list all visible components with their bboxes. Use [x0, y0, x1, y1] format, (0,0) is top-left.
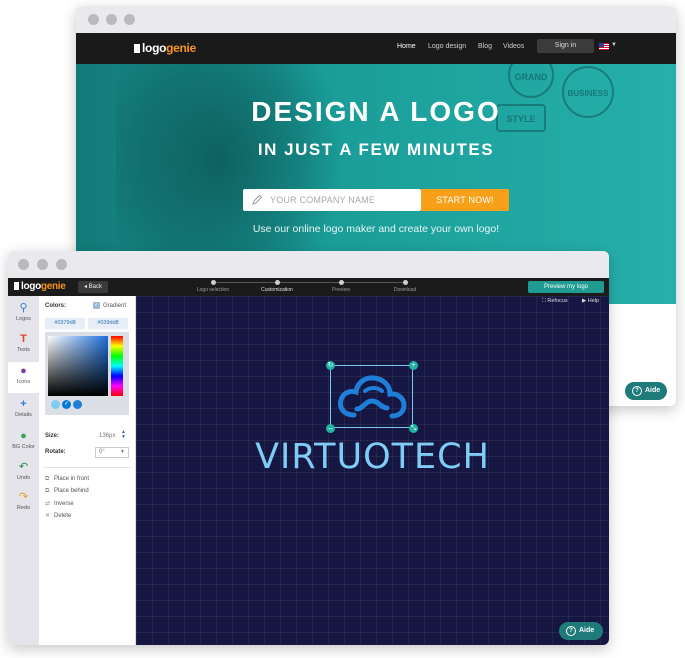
help-aide-button[interactable]: ? Aide [625, 382, 667, 400]
close-icon: ✕ [45, 513, 51, 519]
size-label: Size: [45, 433, 60, 439]
hero-badge: GRAND [508, 64, 554, 98]
question-icon: ? [566, 626, 576, 636]
swap-icon: ⇄ [45, 501, 51, 507]
chevron-down-icon[interactable]: ▼ [611, 42, 617, 48]
site-logo[interactable]: logogenie [134, 41, 196, 55]
step-logo-selection[interactable]: Logo selection [183, 287, 243, 293]
gradient-checkbox[interactable]: ✓ [93, 302, 100, 309]
resize-handle-icon[interactable]: ⤡ [409, 424, 418, 433]
nav-home[interactable]: Home [397, 43, 416, 50]
logo-mark-icon [134, 44, 140, 54]
redo-icon: ↷ [18, 491, 29, 503]
cloud-logo-icon[interactable] [337, 373, 407, 423]
saturation-value-area[interactable] [48, 336, 108, 396]
pencil-icon [252, 194, 263, 205]
step-dot [275, 280, 280, 285]
colors-label: Colors: [45, 303, 66, 309]
color2-hex-input[interactable]: #039dd8 [88, 318, 128, 329]
color-swatch[interactable] [73, 400, 82, 409]
plus-icon: + [20, 398, 27, 410]
hue-slider[interactable] [111, 336, 123, 396]
question-icon: ? [632, 386, 642, 396]
divider [43, 467, 131, 468]
add-handle-icon[interactable]: + [409, 361, 418, 370]
size-value[interactable]: 136px [99, 433, 115, 439]
selected-swatch-check-icon[interactable]: ✓ [62, 400, 71, 409]
tool-bg-color[interactable]: ● BG Color [8, 430, 39, 458]
tool-redo[interactable]: ↷ Redo [8, 491, 39, 519]
help-button[interactable]: ▶ Help [582, 298, 599, 304]
gradient-label: Gradient [103, 303, 127, 309]
window-minimize-dot[interactable] [37, 259, 48, 270]
place-behind-action[interactable]: ⧉ Place behind [45, 488, 89, 495]
rotate-select[interactable]: 0° ▼ [95, 447, 129, 458]
tool-logos[interactable]: ⚲ Logos [8, 302, 39, 330]
send-back-icon: ⧉ [45, 488, 50, 494]
color-swatch[interactable] [51, 400, 60, 409]
help-aide-button[interactable]: ? Aide [559, 622, 603, 640]
delete-action[interactable]: ✕ Delete [45, 512, 71, 519]
us-flag-icon[interactable] [599, 43, 609, 50]
text-icon: T [20, 333, 27, 345]
tool-undo[interactable]: ↶ Undo [8, 461, 39, 489]
drop-icon: ● [20, 430, 27, 442]
editor-topbar: logogenie ◂ Back Logo selection Customiz… [8, 278, 609, 296]
tool-sidebar: ⚲ Logos T Texts ● Icons + Details ● BG Color … [8, 296, 39, 645]
tool-details[interactable]: + Details [8, 398, 39, 426]
inverse-action[interactable]: ⇄ Inverse [45, 500, 74, 507]
tool-texts[interactable]: T Texts [8, 333, 39, 361]
step-customization[interactable]: Customization [247, 287, 307, 293]
brand-name-text[interactable]: VIRTUOTECH [136, 437, 609, 477]
bring-front-icon: ⧉ [45, 476, 50, 482]
place-in-front-action[interactable]: ⧉ Place in front [45, 476, 89, 483]
window-maximize-dot[interactable] [56, 259, 67, 270]
preview-my-logo-button[interactable]: Preview my logo [528, 281, 604, 293]
step-preview[interactable]: Preview [311, 287, 371, 293]
start-now-button[interactable]: START NOW! [421, 189, 509, 211]
editor-logo[interactable]: logogenie [14, 281, 66, 292]
window-close-dot[interactable] [88, 14, 99, 25]
logo-mark-icon [14, 282, 19, 291]
back-button[interactable]: ◂ Back [78, 281, 108, 293]
rotate-label: Rotate: [45, 449, 66, 455]
company-name-input[interactable]: YOUR COMPANY NAME [243, 189, 421, 211]
color-picker[interactable]: ✓ [45, 332, 129, 415]
progress-line [213, 282, 406, 283]
properties-panel: Colors: ✓ Gradient #0379d8 #039dd8 ✓ Siz… [39, 296, 136, 645]
undo-icon: ↶ [18, 461, 29, 473]
chevron-down-icon: ▼ [120, 449, 125, 455]
signin-button[interactable]: Sign in [537, 39, 594, 53]
company-name-placeholder: YOUR COMPANY NAME [270, 195, 376, 205]
browser-titlebar [76, 6, 676, 33]
refocus-button[interactable]: ⛶ Refocus [542, 298, 568, 305]
step-download[interactable]: Download [375, 287, 435, 293]
color1-hex-input[interactable]: #0379d8 [45, 318, 85, 329]
tool-icons[interactable]: ● Icons [8, 362, 39, 393]
design-canvas[interactable]: ⛶ Refocus ▶ Help ↻ + ↔ ⤡ VIRTUOTECH [136, 296, 609, 645]
nav-logo-design[interactable]: Logo design [428, 43, 466, 50]
browser-titlebar [8, 251, 609, 278]
hero-subheadline: IN JUST A FEW MINUTES [257, 140, 495, 159]
window-minimize-dot[interactable] [106, 14, 117, 25]
window-maximize-dot[interactable] [124, 14, 135, 25]
logo-editor-window: logogenie ◂ Back Logo selection Customiz… [8, 251, 609, 645]
rotate-handle-icon[interactable]: ↻ [326, 361, 335, 370]
search-icon: ⚲ [19, 302, 28, 314]
step-dot [403, 280, 408, 285]
site-navbar: logogenie Home Logo design Blog Videos S… [76, 33, 676, 64]
nav-videos[interactable]: Videos [503, 43, 524, 50]
step-dot [211, 280, 216, 285]
move-handle-icon[interactable]: ↔ [326, 424, 335, 433]
step-dot [339, 280, 344, 285]
window-close-dot[interactable] [18, 259, 29, 270]
hero-headline: DESIGN A LOGO [251, 96, 501, 127]
hero-subtitle: Use our online logo maker and create you… [252, 223, 500, 235]
nav-blog[interactable]: Blog [478, 43, 492, 50]
size-stepper-icon[interactable]: ▲ ▼ [121, 430, 126, 440]
icons-icon: ● [20, 365, 27, 377]
